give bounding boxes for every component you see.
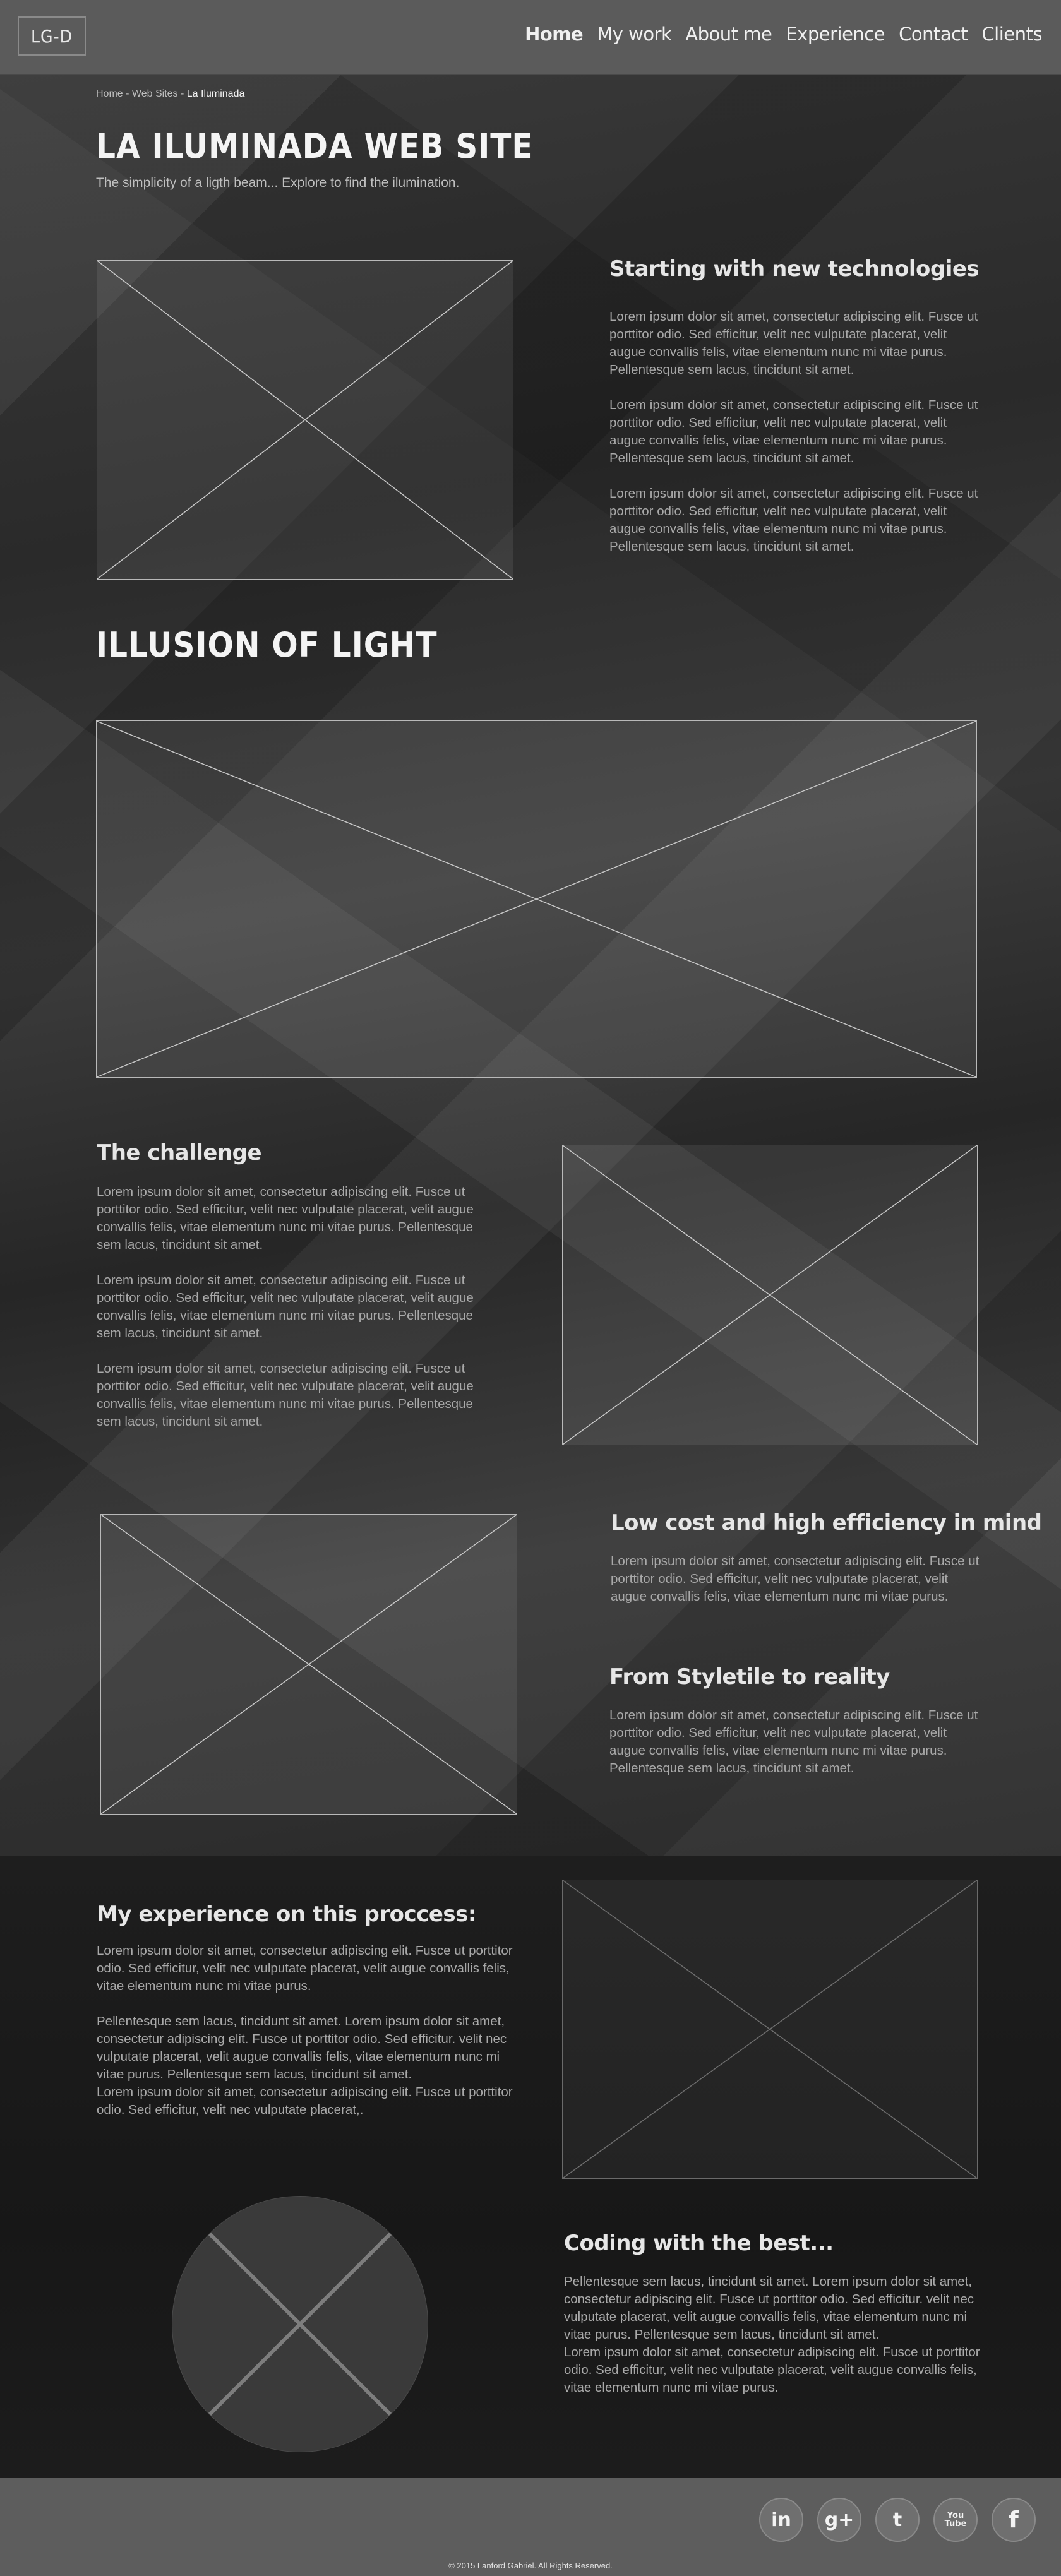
avatar-placeholder bbox=[172, 2196, 428, 2452]
youtube-glyph: You Tube bbox=[944, 2511, 967, 2529]
challenge-paragraph: Lorem ipsum dolor sit amet, consectetur … bbox=[97, 1184, 474, 1252]
coding-paragraph: Lorem ipsum dolor sit amet, consectetur … bbox=[564, 2345, 980, 2395]
twitter-glyph: t bbox=[892, 2508, 902, 2531]
breadcrumb: Home - Web Sites - La Iluminada bbox=[96, 88, 244, 100]
page-subtitle: The simplicity of a ligth beam... Explor… bbox=[96, 176, 460, 190]
experience-paragraph: Lorem ipsum dolor sit amet, consectetur … bbox=[97, 1943, 513, 1993]
experience-paragraph: Pellentesque sem lacus, tincidunt sit am… bbox=[97, 2014, 507, 2082]
linkedin-glyph: in bbox=[771, 2508, 791, 2531]
low-cost-paragraph: Lorem ipsum dolor sit amet, consectetur … bbox=[611, 1554, 980, 1604]
low-cost-text: Lorem ipsum dolor sit amet, consectetur … bbox=[611, 1553, 983, 1606]
challenge-paragraph: Lorem ipsum dolor sit amet, consectetur … bbox=[97, 1361, 474, 1429]
breadcrumb-web-sites[interactable]: Web Sites bbox=[132, 88, 178, 99]
breadcrumb-home[interactable]: Home bbox=[96, 88, 123, 99]
challenge-text: Lorem ipsum dolor sit amet, consectetur … bbox=[97, 1183, 476, 1448]
experience-paragraph: Lorem ipsum dolor sit amet, consectetur … bbox=[97, 2085, 513, 2117]
nav-home[interactable]: Home bbox=[525, 23, 584, 45]
facebook-glyph: f bbox=[1009, 2507, 1019, 2533]
copyright-text: © 2015 Lanford Gabriel. All Rights Reser… bbox=[448, 2561, 613, 2570]
intro-text: Lorem ipsum dolor sit amet, consectetur … bbox=[609, 308, 982, 573]
intro-paragraph: Lorem ipsum dolor sit amet, consectetur … bbox=[609, 486, 978, 554]
image-placeholder-experience bbox=[562, 1880, 978, 2179]
intro-paragraph: Lorem ipsum dolor sit amet, consectetur … bbox=[609, 309, 978, 377]
image-placeholder-challenge bbox=[562, 1145, 978, 1445]
social-links: in g+ t You Tube f bbox=[759, 2498, 1036, 2542]
facebook-icon[interactable]: f bbox=[992, 2498, 1036, 2542]
nav-contact[interactable]: Contact bbox=[899, 23, 968, 45]
main-nav: Home My work About me Experience Contact… bbox=[525, 21, 1042, 47]
styletile-heading: From Styletile to reality bbox=[609, 1664, 890, 1690]
nav-clients[interactable]: Clients bbox=[981, 23, 1042, 45]
nav-experience[interactable]: Experience bbox=[786, 23, 885, 45]
linkedin-icon[interactable]: in bbox=[759, 2498, 803, 2542]
styletile-text: Lorem ipsum dolor sit amet, consectetur … bbox=[609, 1707, 982, 1777]
nav-my-work[interactable]: My work bbox=[597, 23, 672, 45]
coding-paragraph: Pellentesque sem lacus, tincidunt sit am… bbox=[564, 2274, 974, 2342]
section-title-illusion: ILLUSION OF LIGHT bbox=[96, 625, 438, 665]
low-cost-heading: Low cost and high efficiency in mind bbox=[611, 1510, 1042, 1535]
coding-text: Pellentesque sem lacus, tincidunt sit am… bbox=[564, 2273, 981, 2397]
image-placeholder-banner bbox=[96, 720, 977, 1078]
twitter-icon[interactable]: t bbox=[875, 2498, 920, 2542]
image-placeholder-intro bbox=[97, 260, 513, 580]
challenge-heading: The challenge bbox=[97, 1140, 262, 1166]
top-navigation-bar: LG-D Home My work About me Experience Co… bbox=[0, 0, 1061, 75]
breadcrumb-current: La Iluminada bbox=[186, 88, 245, 99]
youtube-icon[interactable]: You Tube bbox=[933, 2498, 978, 2542]
coding-heading: Coding with the best... bbox=[564, 2231, 834, 2256]
page-title: LA ILUMINADA WEB SITE bbox=[96, 126, 534, 166]
intro-paragraph: Lorem ipsum dolor sit amet, consectetur … bbox=[609, 398, 978, 465]
nav-about-me[interactable]: About me bbox=[685, 23, 772, 45]
breadcrumb-separator: - bbox=[123, 88, 132, 99]
google-plus-icon[interactable]: g+ bbox=[817, 2498, 861, 2542]
site-logo[interactable]: LG-D bbox=[18, 16, 86, 56]
experience-text: Lorem ipsum dolor sit amet, consectetur … bbox=[97, 1942, 513, 2119]
intro-heading: Starting with new technologies bbox=[609, 256, 980, 282]
styletile-paragraph: Lorem ipsum dolor sit amet, consectetur … bbox=[609, 1708, 978, 1775]
breadcrumb-separator: - bbox=[177, 88, 187, 99]
challenge-paragraph: Lorem ipsum dolor sit amet, consectetur … bbox=[97, 1273, 474, 1340]
google-plus-glyph: g+ bbox=[824, 2508, 854, 2531]
image-placeholder-efficiency bbox=[100, 1514, 517, 1815]
experience-heading: My experience on this proccess: bbox=[97, 1902, 476, 1927]
